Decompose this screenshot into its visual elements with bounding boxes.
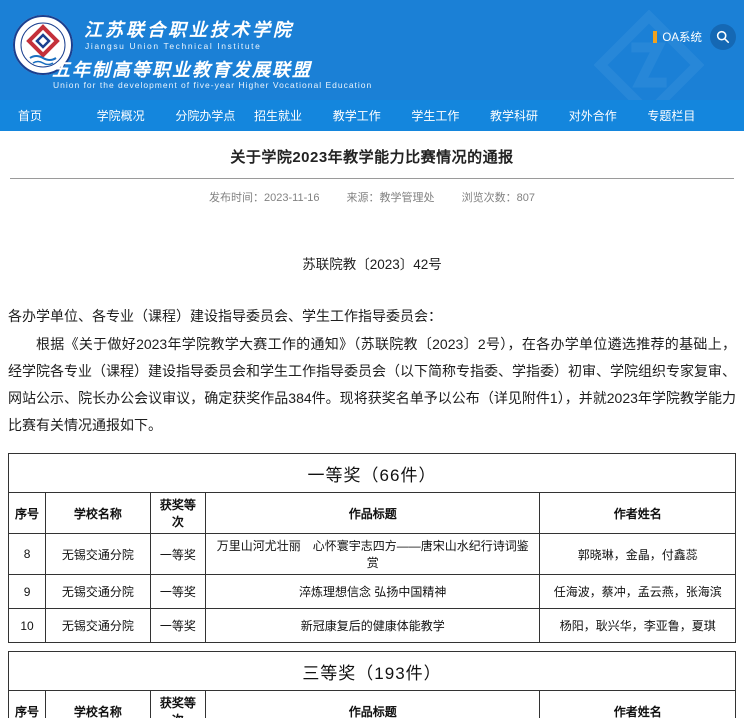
nav-item-5[interactable]: 教学工作 bbox=[333, 107, 412, 124]
table-cell: 一等奖 bbox=[150, 534, 205, 575]
table-cell: 8 bbox=[9, 534, 46, 575]
page-title: 关于学院2023年教学能力比赛情况的通报 bbox=[8, 146, 736, 167]
nav-item-9[interactable]: 专题栏目 bbox=[647, 107, 726, 124]
column-header: 作者姓名 bbox=[540, 691, 736, 718]
table-cell: 10 bbox=[9, 609, 46, 643]
table-row: 8无锡交通分院一等奖万里山河尤壮丽 心怀寰宇志四方——唐宋山水纪行诗词鉴赏郭晓琳… bbox=[9, 534, 736, 575]
nav-item-6[interactable]: 学生工作 bbox=[411, 107, 490, 124]
publish-time: 发布时间：2023-11-16 bbox=[209, 192, 319, 204]
institute-name-cn: 江苏联合职业技术学院 bbox=[84, 16, 294, 42]
main-nav: 首页学院概况分院办学点招生就业教学工作学生工作教学科研对外合作专题栏目 bbox=[0, 100, 744, 131]
institute-name-en: Jiangsu Union Technical Institute bbox=[85, 41, 261, 51]
column-header: 作者姓名 bbox=[540, 493, 736, 534]
table-row: 10无锡交通分院一等奖新冠康复后的健康体能教学杨阳，耿兴华，李亚鲁，夏琪 bbox=[9, 609, 736, 643]
column-header: 作品标题 bbox=[206, 493, 540, 534]
column-header: 获奖等次 bbox=[150, 691, 205, 718]
table-cell: 新冠康复后的健康体能教学 bbox=[206, 609, 540, 643]
nav-item-3[interactable]: 分院办学点 bbox=[175, 107, 254, 124]
search-icon bbox=[716, 30, 730, 44]
article-page: 关于学院2023年教学能力比赛情况的通报 发布时间：2023-11-16 来源：… bbox=[8, 146, 736, 718]
view-count: 浏览次数：807 bbox=[462, 192, 535, 204]
award-table-first-prize: 一等奖（66件）序号学校名称获奖等次作品标题作者姓名8无锡交通分院一等奖万里山河… bbox=[8, 453, 736, 643]
table-cell: 万里山河尤壮丽 心怀寰宇志四方——唐宋山水纪行诗词鉴赏 bbox=[206, 534, 540, 575]
award-table-third-prize: 三等奖（193件）序号学校名称获奖等次作品标题作者姓名15无锡交通分院三等奖倡导… bbox=[8, 651, 736, 718]
article-meta: 发布时间：2023-11-16 来源：教学管理处 浏览次数：807 bbox=[8, 189, 736, 205]
union-name-cn: 五年制高等职业教育发展联盟 bbox=[52, 56, 312, 82]
table-cell: 一等奖 bbox=[150, 609, 205, 643]
table-cell: 9 bbox=[9, 575, 46, 609]
column-header: 序号 bbox=[9, 691, 46, 718]
source: 来源：教学管理处 bbox=[347, 192, 435, 204]
nav-item-7[interactable]: 教学科研 bbox=[490, 107, 569, 124]
column-header: 作品标题 bbox=[206, 691, 540, 718]
nav-item-2[interactable]: 学院概况 bbox=[97, 107, 176, 124]
table-cell: 一等奖 bbox=[150, 575, 205, 609]
title-divider bbox=[10, 178, 734, 179]
body-paragraph: 根据《关于做好2023年学院教学大赛工作的通知》（苏联院教〔2023〕2号），在… bbox=[8, 331, 736, 439]
site-header: 江苏联合职业技术学院 Jiangsu Union Technical Insti… bbox=[0, 0, 744, 100]
document-number: 苏联院教〔2023〕42号 bbox=[8, 253, 736, 273]
table-section-title: 一等奖（66件） bbox=[9, 454, 736, 493]
nav-item-4[interactable]: 招生就业 bbox=[254, 107, 333, 124]
oa-accent-bar bbox=[653, 31, 657, 43]
table-section-title: 三等奖（193件） bbox=[9, 652, 736, 691]
table-cell: 淬炼理想信念 弘扬中国精神 bbox=[206, 575, 540, 609]
oa-system-label: OA系统 bbox=[662, 29, 702, 45]
column-header: 学校名称 bbox=[46, 493, 151, 534]
oa-system-link[interactable]: OA系统 bbox=[653, 29, 702, 45]
header-controls: OA系统 bbox=[653, 24, 736, 50]
table-cell: 无锡交通分院 bbox=[46, 575, 151, 609]
search-button[interactable] bbox=[710, 24, 736, 50]
table-cell: 无锡交通分院 bbox=[46, 609, 151, 643]
column-header: 获奖等次 bbox=[150, 493, 205, 534]
table-row: 9无锡交通分院一等奖淬炼理想信念 弘扬中国精神任海波，蔡冲，孟云燕，张海滨 bbox=[9, 575, 736, 609]
column-header: 序号 bbox=[9, 493, 46, 534]
table-cell: 郭晓琳，金晶，付鑫蕊 bbox=[540, 534, 736, 575]
union-name-en: Union for the development of five-year H… bbox=[53, 80, 372, 90]
table-cell: 任海波，蔡冲，孟云燕，张海滨 bbox=[540, 575, 736, 609]
salutation: 各办学单位、各专业（课程）建设指导委员会、学生工作指导委员会： bbox=[8, 303, 736, 329]
nav-item-1[interactable]: 首页 bbox=[18, 107, 97, 124]
column-header: 学校名称 bbox=[46, 691, 151, 718]
table-cell: 无锡交通分院 bbox=[46, 534, 151, 575]
table-cell: 杨阳，耿兴华，李亚鲁，夏琪 bbox=[540, 609, 736, 643]
nav-item-8[interactable]: 对外合作 bbox=[569, 107, 648, 124]
